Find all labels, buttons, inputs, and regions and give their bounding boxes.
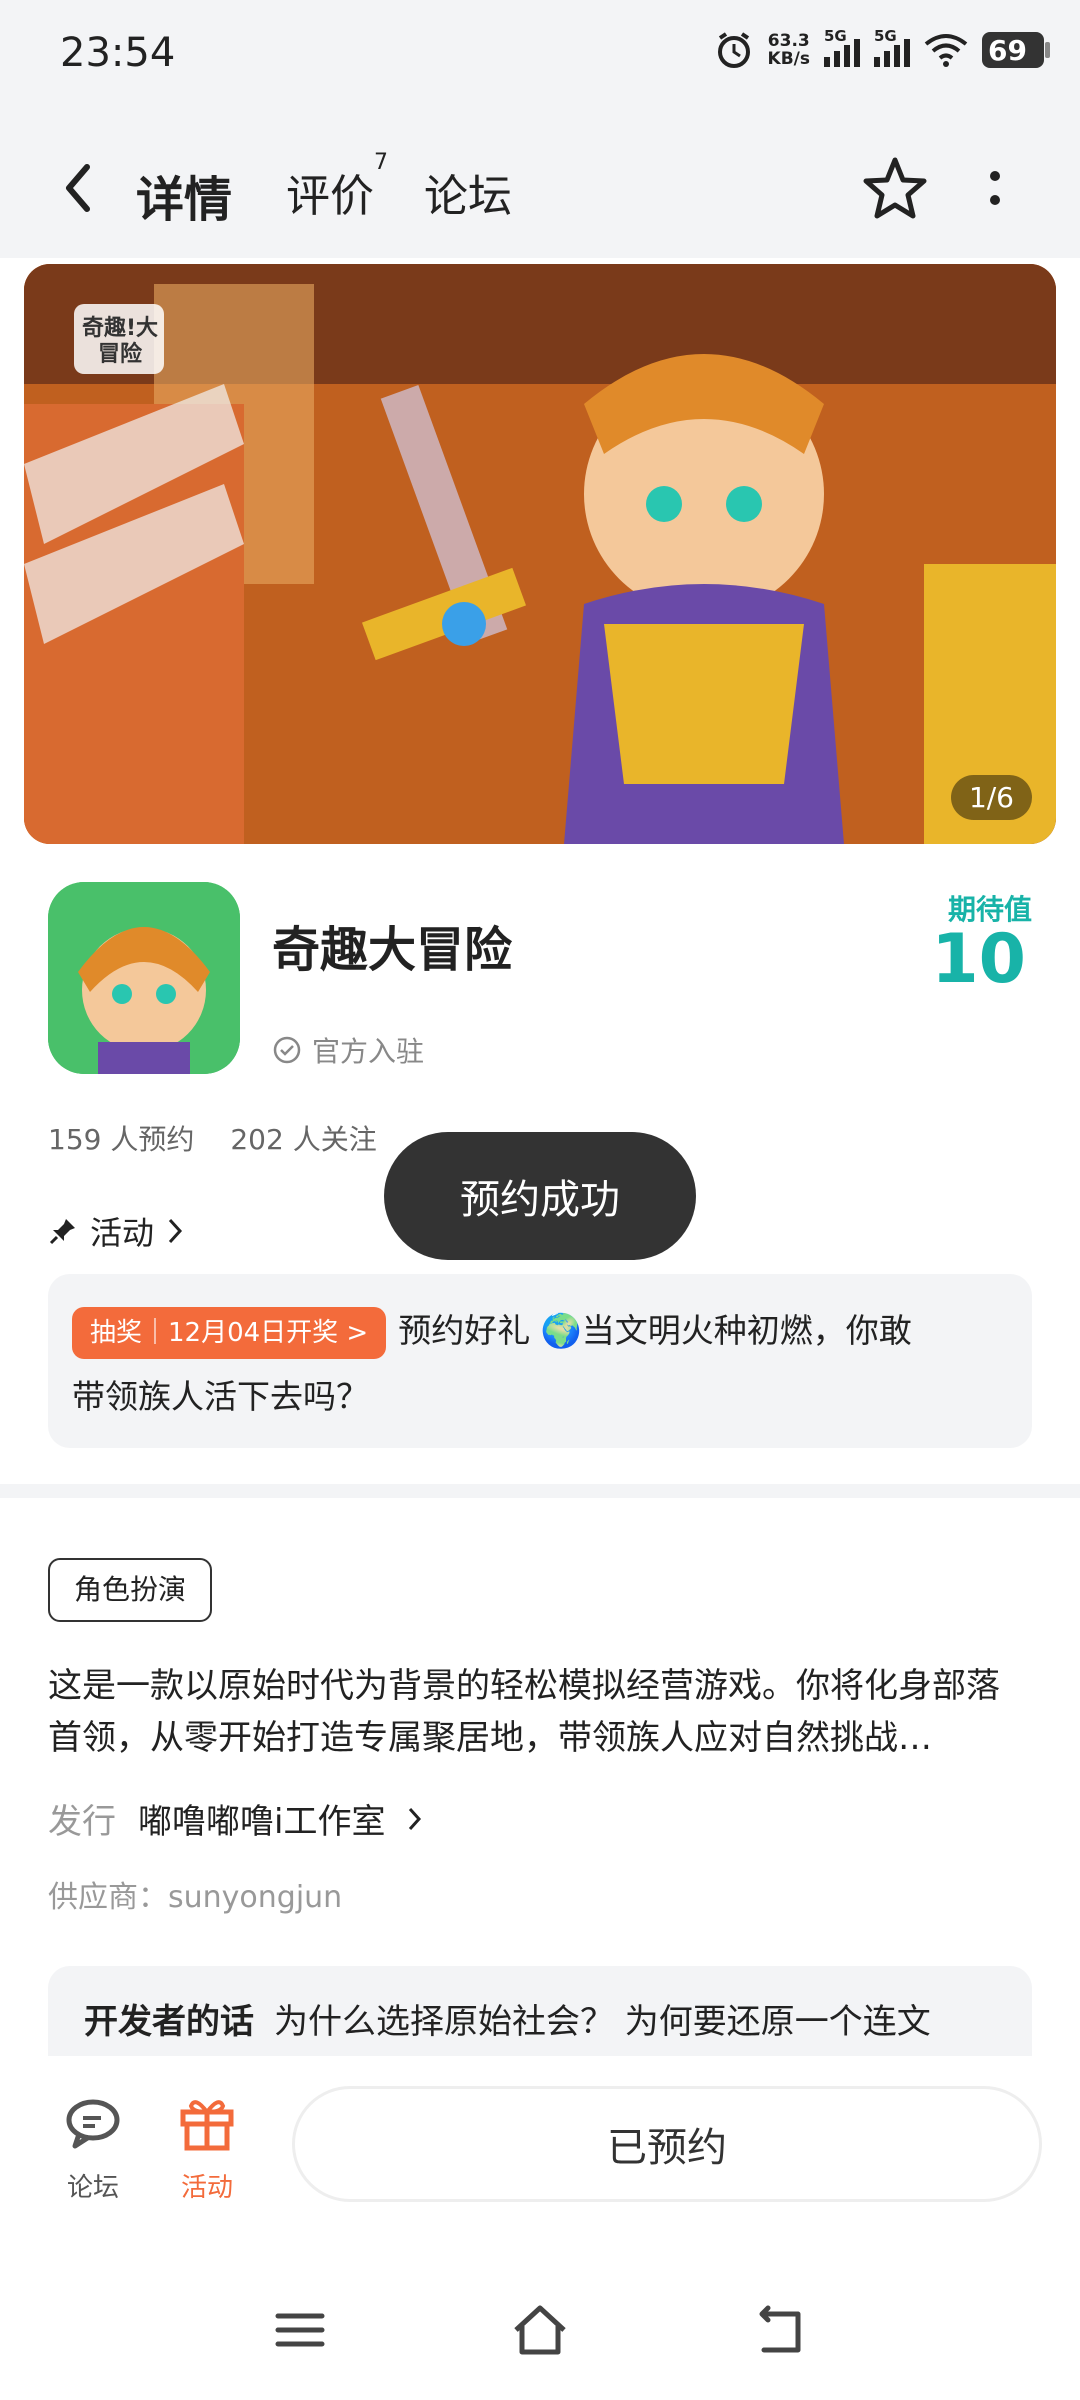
pin-icon	[49, 1219, 75, 1245]
tab-forum[interactable]: 论坛	[424, 160, 512, 224]
publisher-label: 发行	[48, 1802, 116, 1842]
network-speed: 63.3 KB/s	[767, 31, 810, 69]
expect-value: 10	[931, 920, 1026, 999]
app-stats: 159 人预约 202 人关注	[48, 1118, 377, 1158]
bottom-forum-button[interactable]: 论坛	[48, 2090, 138, 2204]
follower-count: 202 人关注	[230, 1123, 377, 1156]
back-nav-icon[interactable]	[750, 2300, 810, 2360]
signal-icon-1: 5G	[824, 27, 860, 67]
alarm-icon	[717, 32, 750, 68]
system-navigation-bar	[0, 2256, 1080, 2400]
developer-notes-card[interactable]: 开发者的话 为什么选择原始社会？ 为何要还原一个连文	[48, 1966, 1032, 2056]
dev-notes-title: 开发者的话	[84, 2002, 254, 2042]
publisher-value: 嘟噜嘟噜i工作室	[138, 1802, 386, 1842]
status-bar: 23:54 63.3 KB/s 5G 5G 69	[0, 0, 1080, 118]
back-arrow-icon	[66, 164, 90, 212]
reserved-button[interactable]: 已预约	[292, 2086, 1042, 2202]
app-icon	[48, 882, 240, 1074]
lottery-badge[interactable]: 抽奖｜12月04日开奖 >	[72, 1306, 387, 1359]
chevron-right-icon	[168, 1218, 183, 1244]
publisher-row[interactable]: 发行 嘟噜嘟噜i工作室	[48, 1794, 423, 1843]
banner-logo: 奇趣!大冒险	[81, 316, 159, 367]
activity-link[interactable]: 活动	[48, 1208, 184, 1254]
more-options-button[interactable]	[980, 158, 1010, 218]
signal-icon-2: 5G	[874, 27, 910, 67]
tab-review[interactable]: 评价 7	[286, 150, 388, 224]
wifi-icon	[924, 34, 968, 67]
genre-tag[interactable]: 角色扮演	[48, 1558, 213, 1622]
status-icons: 63.3 KB/s 5G 5G 69	[714, 27, 1050, 70]
toast-message: 预约成功	[384, 1132, 696, 1260]
menu-icon[interactable]	[270, 2300, 330, 2360]
banner-artwork	[24, 264, 1056, 844]
forum-chat-icon	[66, 2099, 120, 2149]
status-time: 23:54	[60, 30, 176, 76]
app-name: 奇趣大冒险	[272, 922, 513, 978]
check-circle-icon	[273, 1036, 301, 1064]
banner-counter: 1/6	[950, 775, 1032, 820]
game-description[interactable]: 这是一款以原始时代为背景的轻松模拟经营游戏。你将化身部落首领，从零开始打造专属聚…	[48, 1660, 1032, 1764]
favorite-star-icon[interactable]	[860, 154, 930, 224]
review-count-badge: 7	[374, 150, 388, 175]
bottom-activity-button[interactable]: 活动	[162, 2090, 252, 2204]
banner-carousel[interactable]: 奇趣!大冒险 1/6	[24, 264, 1056, 844]
supplier: 供应商：sunyongjun	[48, 1880, 343, 1915]
bottom-action-bar: 论坛 活动 已预约	[0, 2056, 1080, 2256]
back-button[interactable]	[48, 158, 108, 218]
activity-text-1: 预约好礼 🌍当文明火种初燃，你敢	[398, 1311, 912, 1350]
battery-icon: 69	[982, 32, 1050, 68]
chevron-right-icon	[409, 1807, 422, 1830]
gift-icon	[180, 2100, 234, 2151]
activity-text-2: 带领族人活下去吗？	[72, 1377, 369, 1416]
reservation-count: 159 人预约	[48, 1123, 195, 1156]
top-nav: 详情 评价 7 论坛	[0, 118, 1080, 258]
dev-notes-text: 为什么选择原始社会？ 为何要还原一个连文	[274, 2002, 931, 2042]
activity-card[interactable]: 抽奖｜12月04日开奖 > 预约好礼 🌍当文明火种初燃，你敢 带领族人活下去吗？	[48, 1274, 1032, 1448]
official-badge: 官方入驻	[272, 1030, 424, 1070]
tab-detail[interactable]: 详情	[132, 160, 237, 230]
section-divider	[0, 1484, 1080, 1498]
home-icon[interactable]	[510, 2300, 570, 2360]
